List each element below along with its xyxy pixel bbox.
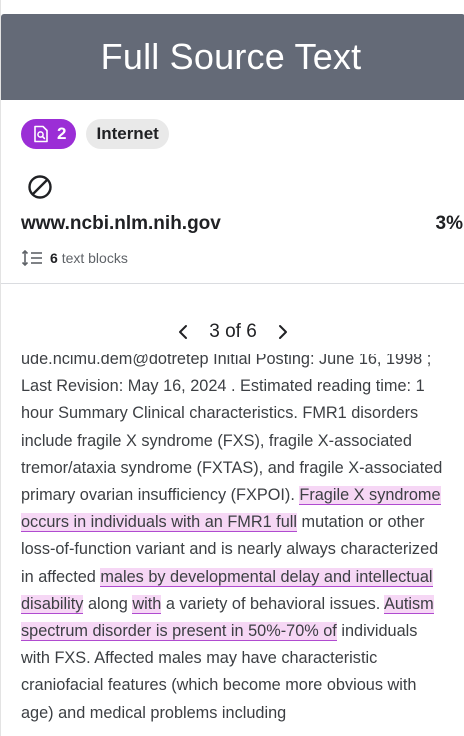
page-indicator: 3 of 6 bbox=[209, 321, 257, 342]
text-blocks-info: 6 text blocks bbox=[21, 250, 128, 266]
text-blocks-count: 6 bbox=[50, 250, 58, 266]
source-type-badge[interactable]: Internet bbox=[86, 119, 169, 149]
chevron-right-icon bbox=[278, 325, 287, 339]
text-blocks-label: text blocks bbox=[61, 250, 128, 266]
source-type-label: Internet bbox=[96, 124, 159, 143]
text-segment: ude.ncimu.dem@dotretep Initial Posting: … bbox=[21, 354, 443, 505]
chevron-left-icon bbox=[179, 325, 188, 339]
previous-page-button[interactable] bbox=[175, 320, 191, 344]
source-text-area[interactable]: ude.ncimu.dem@dotretep Initial Posting: … bbox=[21, 354, 445, 736]
source-url[interactable]: www.ncbi.nlm.nih.gov bbox=[21, 213, 221, 235]
source-text-panel: Full Source Text 2 Internet www.ncbi.nlm… bbox=[0, 0, 464, 736]
panel-header: Full Source Text bbox=[1, 14, 464, 100]
top-spacer bbox=[1, 0, 464, 14]
page-title: Full Source Text bbox=[100, 36, 362, 77]
source-row: www.ncbi.nlm.nih.gov 3% bbox=[21, 213, 464, 239]
next-page-button[interactable] bbox=[275, 320, 291, 344]
badge-row: 2 Internet bbox=[21, 119, 169, 149]
document-search-icon bbox=[33, 125, 49, 143]
excluded-icon[interactable] bbox=[27, 174, 53, 200]
pagination: 3 of 6 bbox=[1, 318, 464, 346]
source-text: ude.ncimu.dem@dotretep Initial Posting: … bbox=[21, 354, 445, 727]
line-spacing-icon bbox=[21, 250, 43, 266]
text-segment: a variety of behavioral issues. bbox=[161, 594, 384, 613]
text-segment: along bbox=[83, 594, 133, 613]
match-count: 2 bbox=[57, 124, 67, 143]
match-count-badge[interactable]: 2 bbox=[21, 119, 77, 149]
source-percent: 3% bbox=[435, 213, 463, 234]
divider bbox=[1, 283, 464, 284]
matched-text-highlight[interactable]: with bbox=[132, 594, 162, 614]
